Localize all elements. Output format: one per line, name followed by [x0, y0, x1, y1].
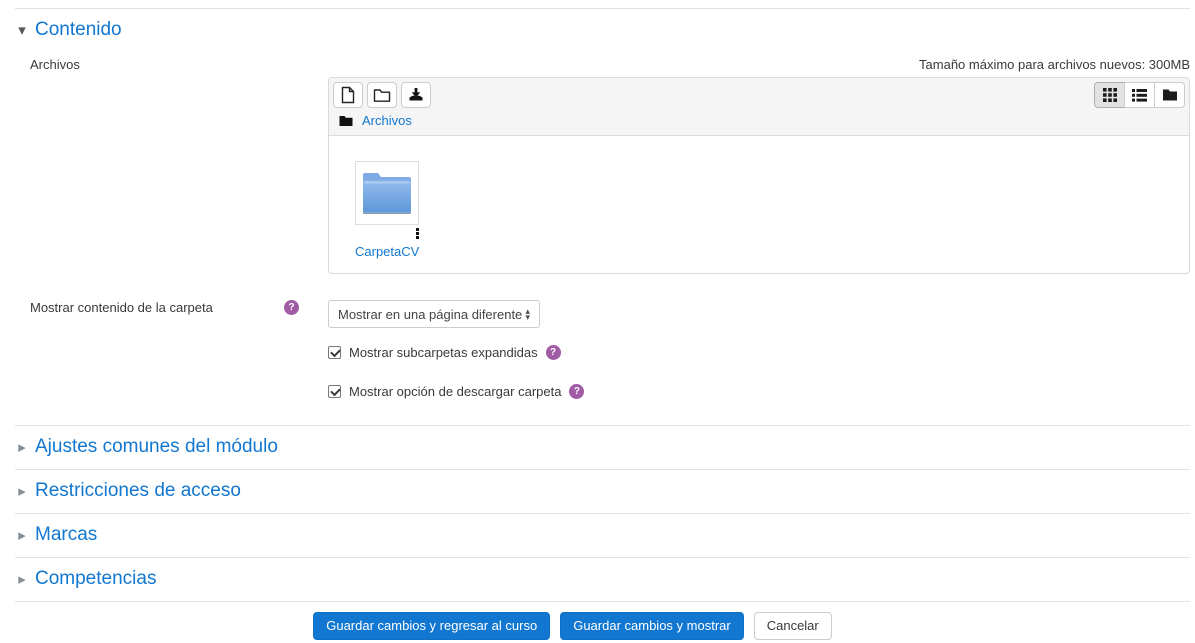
- section-restricciones: ▸ Restricciones de acceso: [15, 469, 1190, 513]
- view-list-button[interactable]: [1124, 82, 1155, 108]
- caret-down-icon: ▾: [15, 21, 29, 39]
- section-title: Competencias: [35, 568, 156, 590]
- section-header-competencias[interactable]: ▸ Competencias: [15, 558, 1190, 601]
- checkbox-show-download[interactable]: [328, 385, 341, 398]
- create-folder-button[interactable]: [367, 82, 397, 108]
- section-header-marcas[interactable]: ▸ Marcas: [15, 514, 1190, 557]
- file-tile: CarpetaCV: [355, 161, 419, 259]
- select-value: Mostrar en una página diferente: [338, 307, 522, 322]
- file-name-link[interactable]: CarpetaCV: [355, 244, 419, 259]
- folder-filled-icon: [1162, 88, 1178, 102]
- max-size-note: Tamaño máximo para archivos nuevos: 300M…: [328, 53, 1190, 72]
- grid-icon: [1103, 88, 1117, 102]
- download-icon: [408, 87, 424, 103]
- breadcrumb: Archivos: [329, 110, 1189, 135]
- new-file-icon: [340, 86, 356, 104]
- section-header-restricciones[interactable]: ▸ Restricciones de acceso: [15, 470, 1190, 513]
- filemanager-content: CarpetaCV: [329, 136, 1189, 273]
- section-header-ajustes-comunes[interactable]: ▸ Ajustes comunes del módulo: [15, 426, 1190, 469]
- folder-outline-icon: [373, 88, 391, 103]
- display-mode-select[interactable]: Mostrar en una página diferente ▴▾: [328, 300, 540, 328]
- section-contenido: ▾ Contenido Archivos Tamaño máximo para …: [15, 8, 1190, 425]
- breadcrumb-link-archivos[interactable]: Archivos: [362, 113, 412, 128]
- section-title: Ajustes comunes del módulo: [35, 436, 278, 458]
- field-label-archivos: Archivos: [30, 57, 80, 72]
- caret-right-icon: ▸: [15, 482, 29, 500]
- form-actions: Guardar cambios y regresar al curso Guar…: [15, 601, 1190, 640]
- section-competencias: ▸ Competencias: [15, 557, 1190, 601]
- checkbox-show-subfolders[interactable]: [328, 346, 341, 359]
- checkbox-label-subfolders[interactable]: Mostrar subcarpetas expandidas: [349, 345, 538, 360]
- save-and-display-button[interactable]: Guardar cambios y mostrar: [560, 612, 744, 640]
- checkbox-label-download[interactable]: Mostrar opción de descargar carpeta: [349, 384, 561, 399]
- download-all-button[interactable]: [401, 82, 431, 108]
- help-icon-display[interactable]: ?: [284, 300, 299, 315]
- section-marcas: ▸ Marcas: [15, 513, 1190, 557]
- section-header-contenido[interactable]: ▾ Contenido: [15, 9, 1190, 50]
- caret-right-icon: ▸: [15, 526, 29, 544]
- view-grid-button[interactable]: [1094, 82, 1125, 108]
- folder-thumbnail[interactable]: [355, 161, 419, 225]
- filemanager-toolbar: [329, 78, 1189, 110]
- help-icon-download[interactable]: ?: [569, 384, 584, 399]
- select-arrows-icon: ▴▾: [525, 308, 530, 320]
- section-title: Restricciones de acceso: [35, 480, 241, 502]
- field-label-display: Mostrar contenido de la carpeta: [30, 300, 213, 315]
- section-title: Contenido: [35, 19, 122, 41]
- list-icon: [1132, 88, 1147, 102]
- view-toggle-group: [1094, 82, 1185, 108]
- folder-icon: [339, 115, 353, 127]
- caret-right-icon: ▸: [15, 570, 29, 588]
- help-icon-subfolders[interactable]: ?: [546, 345, 561, 360]
- kebab-menu-icon[interactable]: [416, 228, 419, 239]
- filemanager: Archivos: [328, 77, 1190, 274]
- blue-folder-icon: [360, 170, 414, 216]
- caret-right-icon: ▸: [15, 438, 29, 456]
- save-and-return-button[interactable]: Guardar cambios y regresar al curso: [313, 612, 550, 640]
- view-tree-button[interactable]: [1154, 82, 1185, 108]
- cancel-button[interactable]: Cancelar: [754, 612, 832, 640]
- section-ajustes-comunes: ▸ Ajustes comunes del módulo: [15, 425, 1190, 469]
- section-title: Marcas: [35, 524, 97, 546]
- add-file-button[interactable]: [333, 82, 363, 108]
